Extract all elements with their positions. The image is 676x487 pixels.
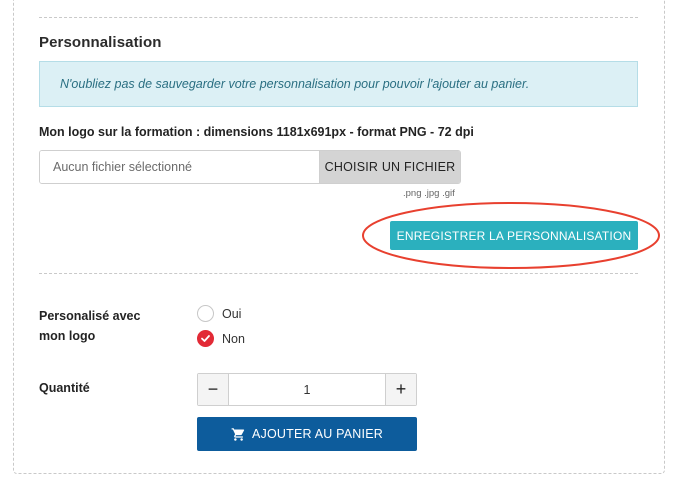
radio-label-non: Non: [222, 331, 245, 346]
radio-label-oui: Oui: [222, 306, 242, 321]
add-to-cart-label: AJOUTER AU PANIER: [252, 427, 383, 441]
radio-checked-icon[interactable]: [197, 330, 214, 347]
choose-file-button[interactable]: CHOISIR UN FICHIER: [319, 151, 460, 183]
logo-file-input[interactable]: Aucun fichier sélectionné CHOISIR UN FIC…: [39, 150, 461, 184]
quantity-decrease-button[interactable]: −: [198, 374, 229, 405]
section-title: Personnalisation: [39, 34, 162, 51]
file-name-display[interactable]: Aucun fichier sélectionné: [40, 151, 319, 183]
quantity-label: Quantité: [39, 381, 90, 395]
info-alert-text: N'oubliez pas de sauvegarder votre perso…: [60, 77, 530, 91]
add-to-cart-button[interactable]: AJOUTER AU PANIER: [197, 417, 417, 451]
personalized-label: Personalisé avec mon logo: [39, 309, 141, 343]
quantity-input[interactable]: 1: [229, 374, 385, 405]
middle-divider: [39, 273, 638, 274]
cart-icon: [231, 427, 246, 442]
radio-unchecked-icon[interactable]: [197, 305, 214, 322]
allowed-formats-hint: .png .jpg .gif: [403, 188, 455, 199]
quantity-stepper: − 1 +: [197, 373, 417, 406]
checkmark-icon: [201, 335, 210, 342]
radio-option-oui[interactable]: Oui: [197, 305, 241, 322]
quantity-increase-button[interactable]: +: [385, 374, 416, 405]
save-customization-button[interactable]: ENREGISTRER LA PERSONNALISATION: [390, 221, 638, 250]
radio-option-non[interactable]: Non: [197, 330, 245, 347]
top-divider: [39, 17, 638, 18]
info-alert: N'oubliez pas de sauvegarder votre perso…: [39, 61, 638, 107]
logo-upload-label: Mon logo sur la formation : dimensions 1…: [39, 125, 474, 139]
